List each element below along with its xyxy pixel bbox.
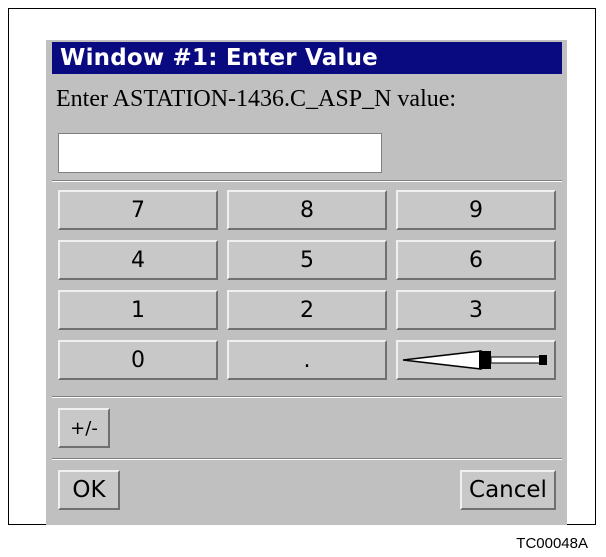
key-decimal[interactable]: . xyxy=(227,340,387,380)
key-6[interactable]: 6 xyxy=(396,240,556,280)
key-7[interactable]: 7 xyxy=(58,190,218,230)
divider xyxy=(52,458,562,460)
cancel-button[interactable]: Cancel xyxy=(460,470,556,510)
key-2[interactable]: 2 xyxy=(227,290,387,330)
key-3[interactable]: 3 xyxy=(396,290,556,330)
figure-code: TC00048A xyxy=(516,535,588,552)
backspace-button[interactable] xyxy=(396,340,556,380)
sign-toggle-button[interactable]: +/- xyxy=(58,408,110,448)
prompt-label: Enter ASTATION-1436.C_ASP_N value: xyxy=(56,86,457,112)
dialog-title: Window #1: Enter Value xyxy=(52,42,562,74)
value-input[interactable] xyxy=(58,133,382,173)
key-0[interactable]: 0 xyxy=(58,340,218,380)
divider xyxy=(52,180,562,182)
ok-button[interactable]: OK xyxy=(58,470,120,510)
divider xyxy=(52,396,562,398)
enter-value-dialog: Window #1: Enter Value Enter ASTATION-14… xyxy=(46,40,567,525)
key-1[interactable]: 1 xyxy=(58,290,218,330)
key-8[interactable]: 8 xyxy=(227,190,387,230)
key-4[interactable]: 4 xyxy=(58,240,218,280)
backspace-arrow-icon xyxy=(402,350,547,370)
key-9[interactable]: 9 xyxy=(396,190,556,230)
key-5[interactable]: 5 xyxy=(227,240,387,280)
